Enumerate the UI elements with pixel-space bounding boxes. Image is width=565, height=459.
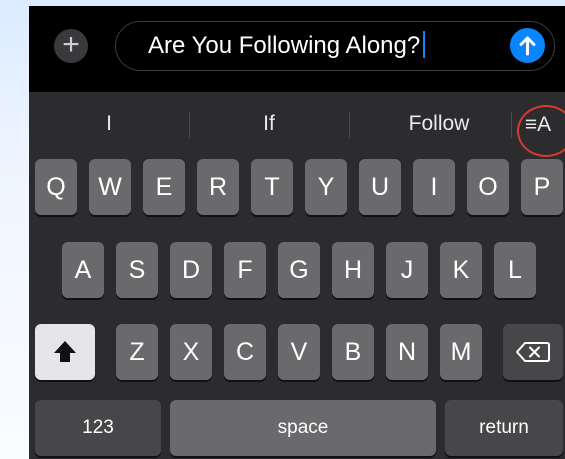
key-z[interactable]: Z [116, 324, 158, 380]
key-g[interactable]: G [278, 242, 320, 298]
phone-screen: + Are You Following Along? I If Follow ≡… [29, 6, 565, 459]
key-e[interactable]: E [143, 159, 185, 215]
key-b[interactable]: B [332, 324, 374, 380]
keyboard: I If Follow ≡A Q W E R T Y U I O P A S D… [29, 92, 565, 459]
key-n[interactable]: N [386, 324, 428, 380]
delete-backward-icon [516, 342, 550, 362]
key-a[interactable]: A [62, 242, 104, 298]
key-u[interactable]: U [359, 159, 401, 215]
delete-key[interactable] [503, 324, 563, 380]
key-p[interactable]: P [521, 159, 563, 215]
text-cursor [423, 31, 426, 59]
suggestion-if[interactable]: If [229, 109, 309, 139]
key-v[interactable]: V [278, 324, 320, 380]
key-i[interactable]: I [413, 159, 455, 215]
compose-bar: + Are You Following Along? [29, 6, 565, 92]
shift-icon [54, 341, 76, 362]
key-c[interactable]: C [224, 324, 266, 380]
key-w[interactable]: W [89, 159, 131, 215]
suggestion-divider [349, 112, 350, 138]
key-d[interactable]: D [170, 242, 212, 298]
key-q[interactable]: Q [35, 159, 77, 215]
suggestion-follow[interactable]: Follow [384, 109, 494, 139]
predictive-text-bar: I If Follow ≡A [29, 92, 565, 157]
key-h[interactable]: H [332, 242, 374, 298]
numbers-key[interactable]: 123 [35, 400, 161, 456]
key-l[interactable]: L [494, 242, 536, 298]
return-key[interactable]: return [445, 400, 563, 456]
suggestion-divider [189, 112, 190, 138]
key-j[interactable]: J [386, 242, 428, 298]
key-y[interactable]: Y [305, 159, 347, 215]
message-text: Are You Following Along? [148, 31, 426, 60]
suggestion-i[interactable]: I [69, 109, 149, 139]
key-f[interactable]: F [224, 242, 266, 298]
key-t[interactable]: T [251, 159, 293, 215]
arrow-up-icon [519, 36, 536, 56]
space-key[interactable]: space [170, 400, 436, 456]
key-x[interactable]: X [170, 324, 212, 380]
key-k[interactable]: K [440, 242, 482, 298]
key-s[interactable]: S [116, 242, 158, 298]
highlight-circle [517, 105, 565, 157]
shift-key[interactable] [35, 324, 95, 380]
send-button[interactable] [510, 28, 545, 63]
key-r[interactable]: R [197, 159, 239, 215]
message-input[interactable]: Are You Following Along? [115, 21, 555, 71]
key-m[interactable]: M [440, 324, 482, 380]
plus-icon: + [62, 28, 80, 61]
key-o[interactable]: O [467, 159, 509, 215]
plus-button[interactable]: + [54, 29, 88, 63]
